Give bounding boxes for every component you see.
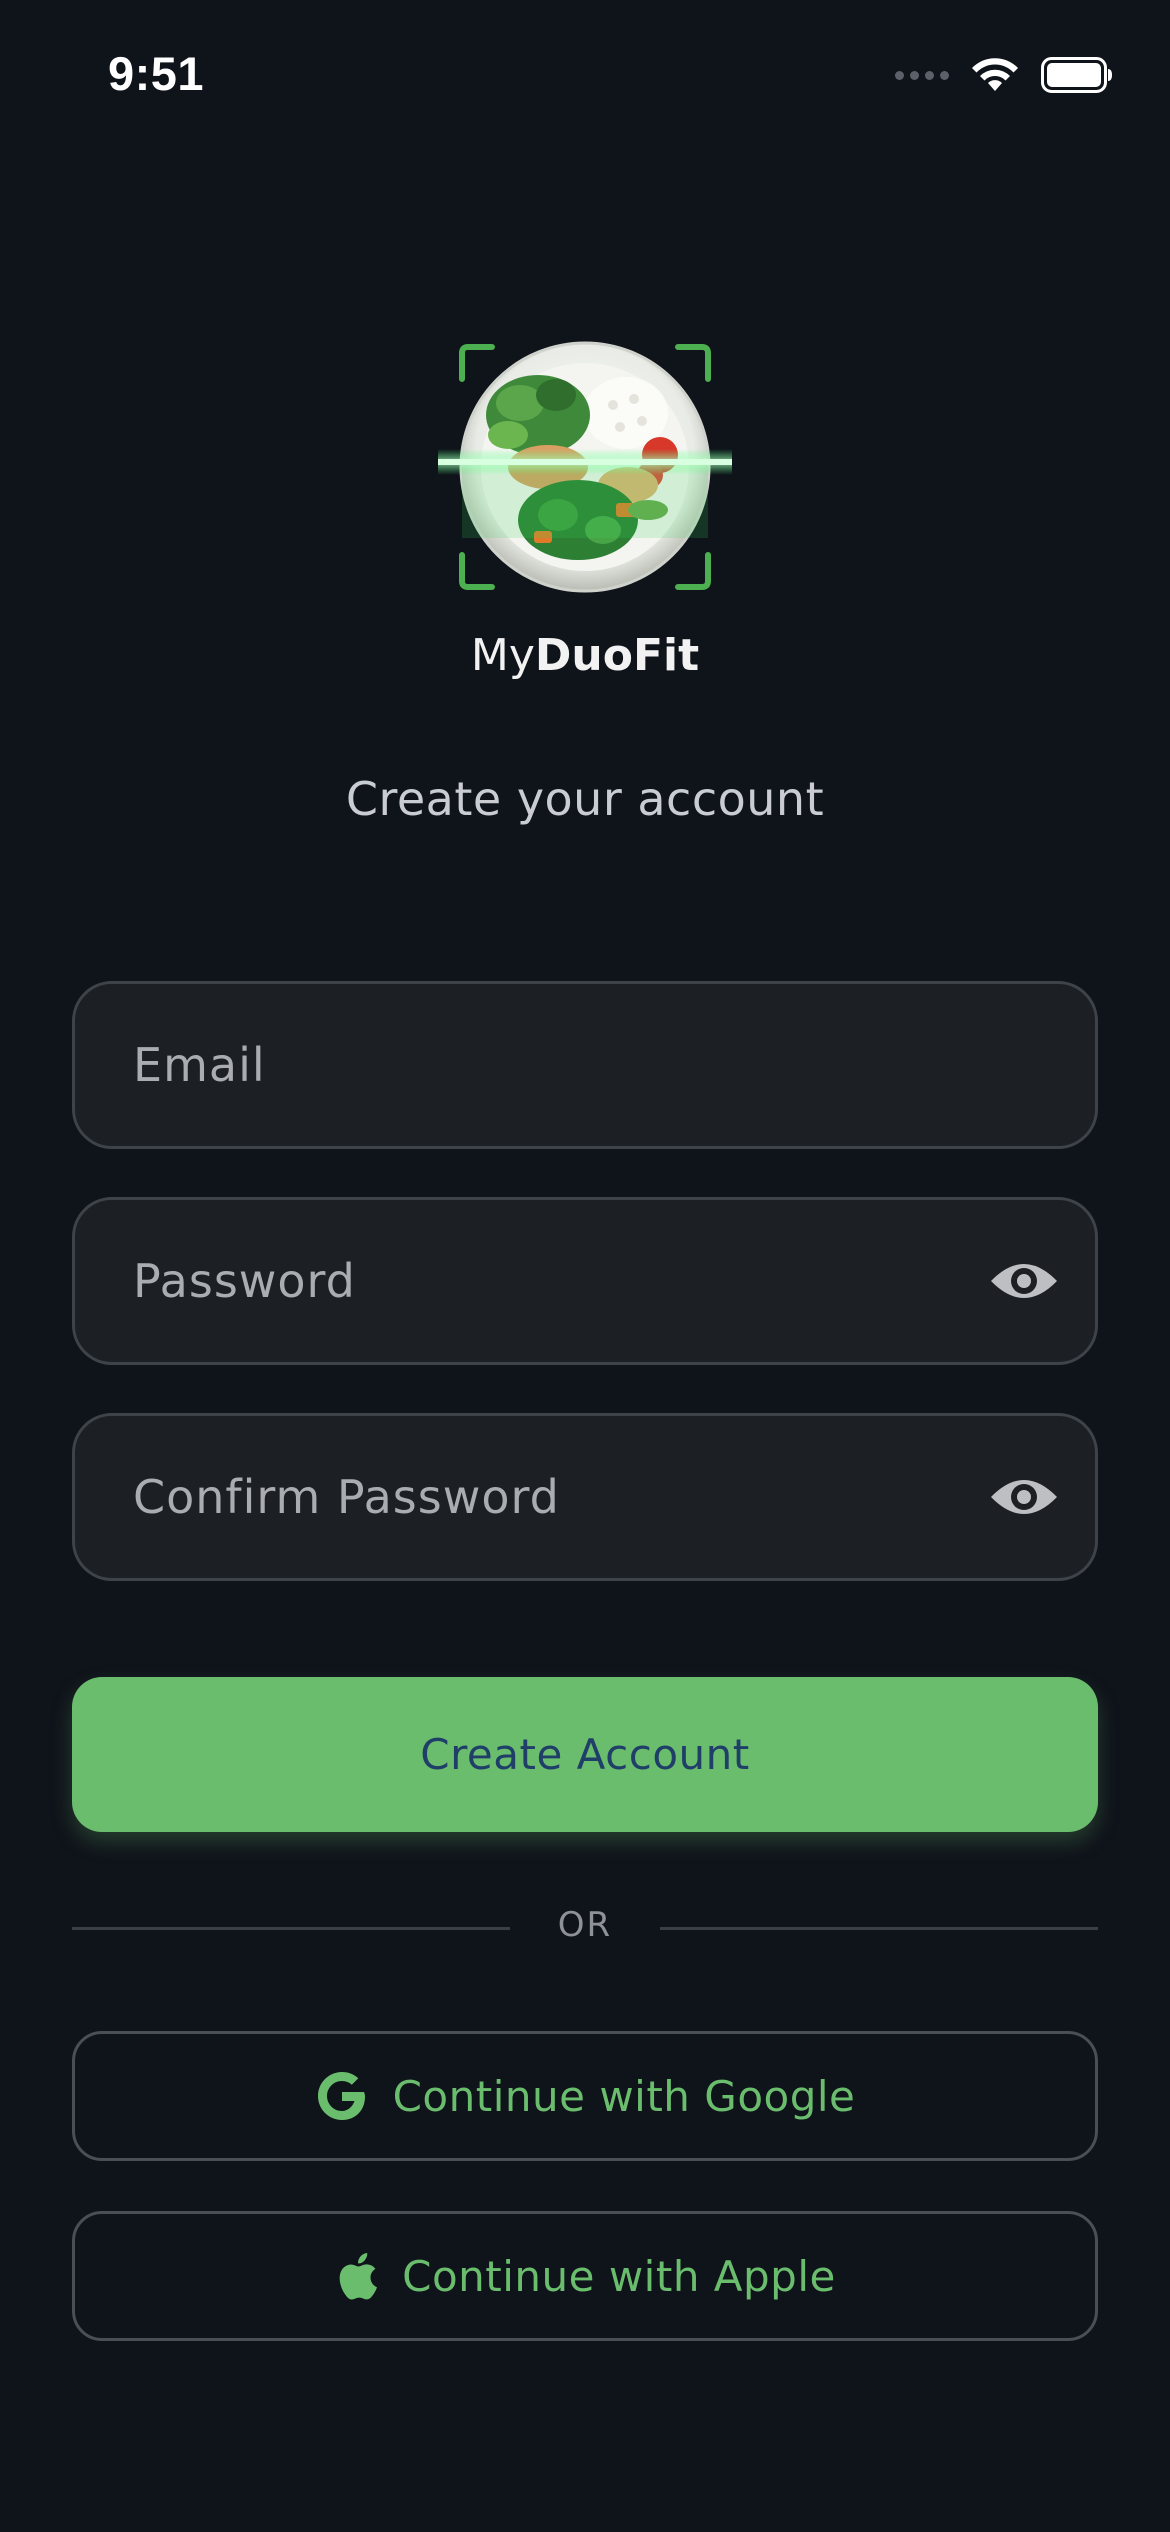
- email-field-container: [72, 981, 1098, 1149]
- food-scan-plate-icon: [438, 341, 732, 593]
- eye-icon[interactable]: [989, 1471, 1059, 1523]
- brand-name-bold: DuoFit: [534, 630, 700, 681]
- sign-up-screen: 9:51 MyDuoFit Create your account Email …: [0, 0, 1170, 2532]
- wifi-icon: [972, 58, 1018, 91]
- apple-button-label: Continue with Apple: [402, 2251, 836, 2301]
- google-button-label: Continue with Google: [392, 2071, 856, 2121]
- page-subtitle: Create your account: [345, 772, 825, 826]
- continue-with-google-button[interactable]: Continue with Google: [72, 2031, 1098, 2161]
- brand-name: MyDuoFit: [0, 630, 1170, 681]
- brand-name-regular: My: [470, 630, 535, 681]
- status-time: 9:51: [108, 47, 205, 100]
- email-field[interactable]: [133, 1038, 953, 1092]
- eye-icon[interactable]: [989, 1255, 1059, 1307]
- status-icons: [895, 52, 1113, 98]
- divider-or-label: OR: [557, 1905, 613, 1945]
- divider-line-right: [660, 1927, 1098, 1930]
- battery-icon: [1041, 57, 1112, 93]
- password-field-container: [72, 1197, 1098, 1365]
- continue-with-apple-button[interactable]: Continue with Apple: [72, 2211, 1098, 2341]
- cellular-signal-icon: [895, 70, 949, 80]
- create-account-button[interactable]: Create Account: [72, 1677, 1098, 1832]
- apple-icon: [334, 2250, 378, 2302]
- divider-line-left: [72, 1927, 510, 1930]
- password-field[interactable]: [133, 1254, 953, 1308]
- confirm-password-field[interactable]: [133, 1470, 953, 1524]
- confirm-password-field-container: [72, 1413, 1098, 1581]
- google-icon: [315, 2069, 369, 2123]
